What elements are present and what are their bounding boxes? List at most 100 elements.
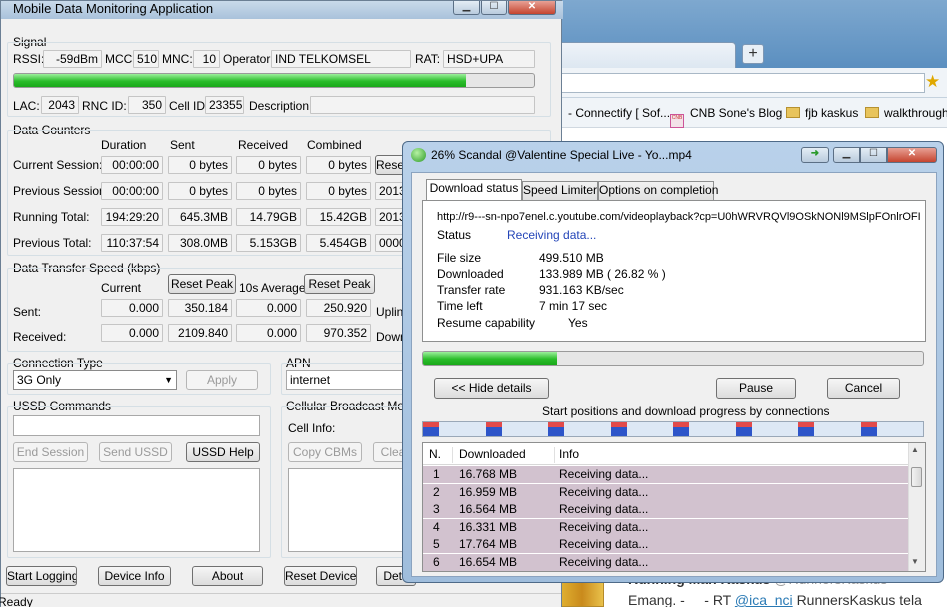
- cell-n: 4: [433, 519, 440, 534]
- table-row[interactable]: 2 16.959 MB Receiving data...: [423, 483, 909, 501]
- scroll-up-icon[interactable]: ▲: [911, 445, 919, 454]
- cell-n: 2: [433, 484, 440, 499]
- dl-close-button[interactable]: ✕: [887, 147, 937, 163]
- window-title: Mobile Data Monitoring Application: [13, 1, 214, 16]
- counter-value: 5.153GB: [236, 234, 301, 252]
- resume-arrow-button[interactable]: ➜: [801, 147, 829, 163]
- counter-row-label: Current Session:: [13, 158, 103, 172]
- close-button[interactable]: ✕: [508, 1, 556, 15]
- counter-value: 14.79GB: [236, 208, 301, 226]
- connection-segment: [548, 422, 564, 436]
- dl-minimize-button[interactable]: ▁: [833, 147, 860, 163]
- counter-row-label: Previous Session:: [13, 184, 110, 198]
- pause-button[interactable]: Pause: [716, 378, 796, 399]
- bookmark-walkthrough[interactable]: walkthrough: [865, 106, 947, 120]
- star-icon[interactable]: ★: [925, 72, 940, 92]
- bookmark-fjb-kaskus[interactable]: fjb kaskus: [786, 106, 858, 120]
- maximize-button[interactable]: ☐: [481, 1, 507, 15]
- tab-speed-limiter[interactable]: Speed Limiter: [522, 181, 598, 200]
- connection-type-select[interactable]: 3G Only ▼: [13, 370, 177, 390]
- bookmark-connectify[interactable]: - Connectify [ Sof...: [568, 106, 670, 120]
- ussd-response-area[interactable]: [13, 468, 260, 552]
- about-button[interactable]: About: [192, 566, 263, 586]
- device-info-button[interactable]: Device Info: [98, 566, 171, 586]
- counter-row-label: Running Total:: [13, 210, 90, 224]
- cell-downloaded: 16.331 MB: [459, 519, 518, 534]
- download-body: Download status Speed Limiter Options on…: [411, 172, 937, 577]
- counter-value: 0 bytes: [236, 156, 301, 174]
- minimize-button[interactable]: ▁: [453, 1, 480, 15]
- operator-field: IND TELKOMSEL: [271, 50, 411, 68]
- connections-table[interactable]: N. Downloaded Info 1 16.768 MB Receiving d…: [422, 442, 926, 572]
- bookmarks-bar: - Connectify [ Sof... CNB CNB Sone's Blog…: [520, 98, 947, 128]
- counter-value: 110:37:54: [101, 234, 163, 252]
- copy-cbms-button[interactable]: Copy CBMs: [288, 442, 362, 462]
- header-number[interactable]: N.: [429, 447, 453, 463]
- apn-input[interactable]: internet: [286, 370, 404, 390]
- scroll-thumb[interactable]: [911, 467, 922, 487]
- table-row[interactable]: 3 16.564 MB Receiving data...: [423, 501, 909, 518]
- apply-button[interactable]: Apply: [186, 370, 258, 390]
- cell-info: Receiving data...: [559, 519, 649, 534]
- table-row[interactable]: 5 17.764 MB Receiving data...: [423, 536, 909, 553]
- counter-value: 15.42GB: [306, 208, 371, 226]
- browser-tab-bar: +: [520, 0, 947, 68]
- folder-icon: [865, 107, 879, 118]
- cell-downloaded: 16.959 MB: [459, 484, 518, 499]
- reset-device-button[interactable]: Reset Device: [284, 566, 357, 586]
- downloaded-value: 133.989 MB ( 26.82 % ): [539, 267, 666, 281]
- signal-strength-fill: [14, 74, 467, 87]
- reset-avg-peak-button[interactable]: Reset Peak: [304, 274, 375, 294]
- dl-maximize-button[interactable]: ☐: [860, 147, 887, 163]
- counter-value: 0 bytes: [306, 182, 371, 200]
- cell-info: Receiving data...: [559, 502, 649, 516]
- counter-value: 645.3MB: [168, 208, 232, 226]
- counter-date-field: 2013: [375, 208, 405, 226]
- header-info[interactable]: Info: [559, 447, 859, 463]
- counter-value: 0 bytes: [168, 182, 232, 200]
- table-row[interactable]: 1 16.768 MB Receiving data...: [423, 466, 909, 483]
- tab-options-on-completion[interactable]: Options on completion: [598, 181, 718, 200]
- cell-info: Receiving data...: [559, 484, 649, 499]
- cell-downloaded: 16.564 MB: [459, 502, 518, 516]
- start-logging-button[interactable]: Start Logging: [6, 566, 77, 586]
- bookmark-cnb-sone[interactable]: CNB CNB Sone's Blog: [670, 106, 782, 128]
- cell-n: 6: [433, 554, 440, 569]
- speed-recv-value: 2109.840: [168, 324, 232, 342]
- counter-value: 00:00:00: [101, 156, 163, 174]
- speed-sent-value: 0.000: [236, 299, 301, 317]
- lac-field: 2043: [41, 96, 79, 114]
- send-ussd-button[interactable]: Send USSD: [99, 442, 172, 462]
- connection-segment: [860, 422, 877, 436]
- status-text: Ready: [0, 595, 33, 607]
- cell-n: 5: [433, 537, 440, 551]
- counter-date-field: 2013: [375, 182, 405, 200]
- counter-value: 00:00:00: [101, 182, 163, 200]
- speed-sent-value: 250.920: [306, 299, 371, 317]
- header-downloaded[interactable]: Downloaded: [459, 447, 555, 463]
- cbm-list[interactable]: [288, 468, 408, 552]
- table-scrollbar[interactable]: ▲ ▼: [908, 443, 925, 571]
- table-row[interactable]: 4 16.331 MB Receiving data...: [423, 518, 909, 536]
- reset-session-button[interactable]: Rese: [375, 155, 405, 175]
- hide-details-button[interactable]: << Hide details: [434, 378, 549, 399]
- rnc-field: 350: [128, 96, 166, 114]
- folder-icon: [786, 107, 800, 118]
- cancel-button[interactable]: Cancel: [827, 378, 900, 399]
- mention-link[interactable]: @ica_nci: [735, 592, 793, 607]
- table-row[interactable]: 6 16.654 MB Receiving data...: [423, 553, 909, 571]
- end-session-button[interactable]: End Session: [13, 442, 88, 462]
- file-size-value: 499.510 MB: [539, 251, 604, 265]
- speed-recv-value: 970.352: [306, 324, 371, 342]
- address-bar[interactable]: [550, 73, 925, 93]
- counter-value: 0 bytes: [168, 156, 232, 174]
- tab-download-status[interactable]: Download status: [426, 179, 522, 200]
- ussd-command-input[interactable]: [13, 415, 260, 436]
- signal-strength-bar: [13, 73, 535, 88]
- connection-segment: [610, 422, 627, 436]
- new-tab-button[interactable]: +: [742, 44, 764, 64]
- ussd-help-button[interactable]: USSD Help: [186, 442, 260, 462]
- reset-peak-button[interactable]: Reset Peak: [168, 274, 236, 294]
- cell-downloaded: 16.768 MB: [459, 467, 518, 481]
- scroll-down-icon[interactable]: ▼: [911, 557, 919, 566]
